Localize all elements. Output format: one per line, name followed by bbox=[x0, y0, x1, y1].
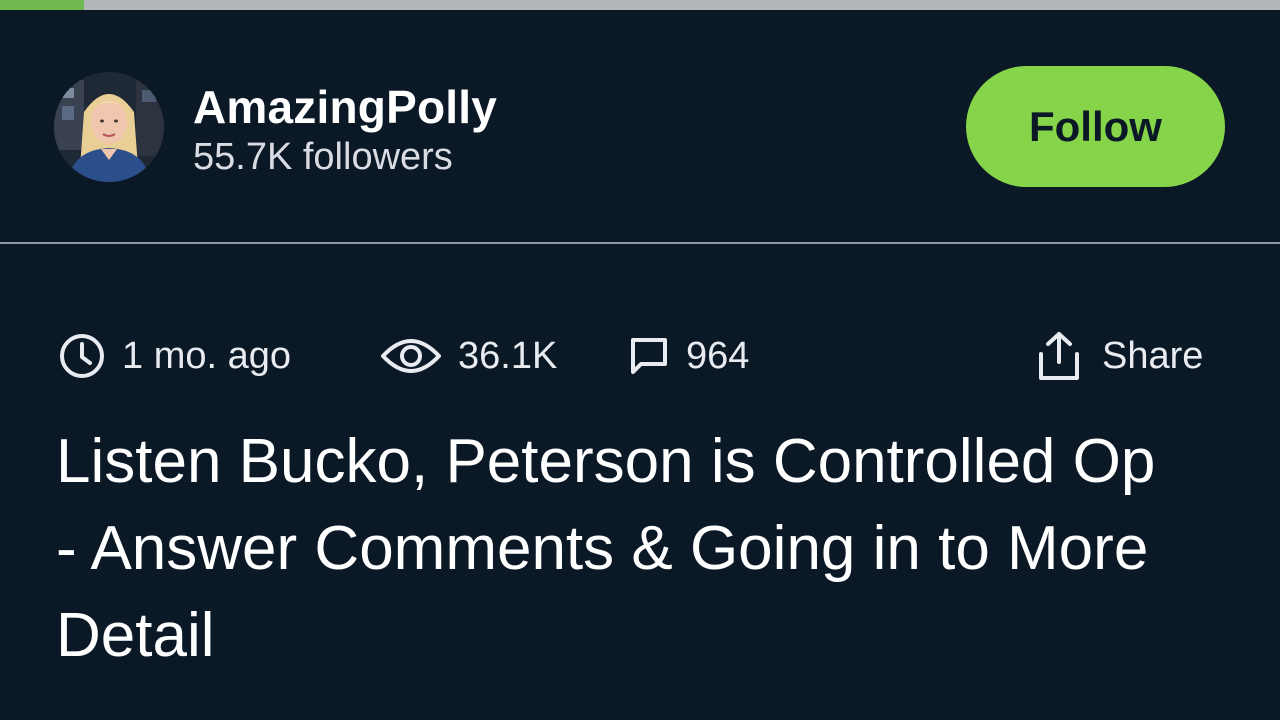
header-divider bbox=[0, 242, 1280, 244]
video-page: AmazingPolly 55.7K followers Follow 1 mo… bbox=[0, 0, 1280, 720]
avatar[interactable] bbox=[54, 72, 164, 182]
comment-count-label: 964 bbox=[686, 334, 750, 377]
follow-button[interactable]: Follow bbox=[966, 66, 1225, 187]
share-button[interactable]: Share bbox=[1036, 328, 1203, 384]
channel-name[interactable]: AmazingPolly bbox=[193, 80, 497, 134]
video-progress-bar[interactable] bbox=[0, 0, 1280, 10]
view-count-label: 36.1K bbox=[458, 334, 558, 377]
channel-header: AmazingPolly 55.7K followers Follow bbox=[0, 10, 1280, 242]
video-title: Listen Bucko, Peterson is Controlled Op … bbox=[56, 427, 1156, 670]
clock-icon bbox=[60, 334, 104, 378]
posted-time-label: 1 mo. ago bbox=[122, 334, 291, 377]
eye-icon bbox=[381, 339, 441, 373]
comment-icon bbox=[631, 338, 667, 374]
view-count: 36.1K bbox=[380, 328, 557, 384]
video-progress-fill bbox=[0, 0, 85, 10]
share-icon bbox=[1039, 332, 1079, 380]
posted-time: 1 mo. ago bbox=[58, 328, 291, 384]
avatar-image bbox=[54, 72, 164, 182]
share-label: Share bbox=[1102, 334, 1204, 377]
follower-count: 55.7K followers bbox=[193, 136, 453, 178]
comment-count[interactable]: 964 bbox=[628, 328, 749, 384]
